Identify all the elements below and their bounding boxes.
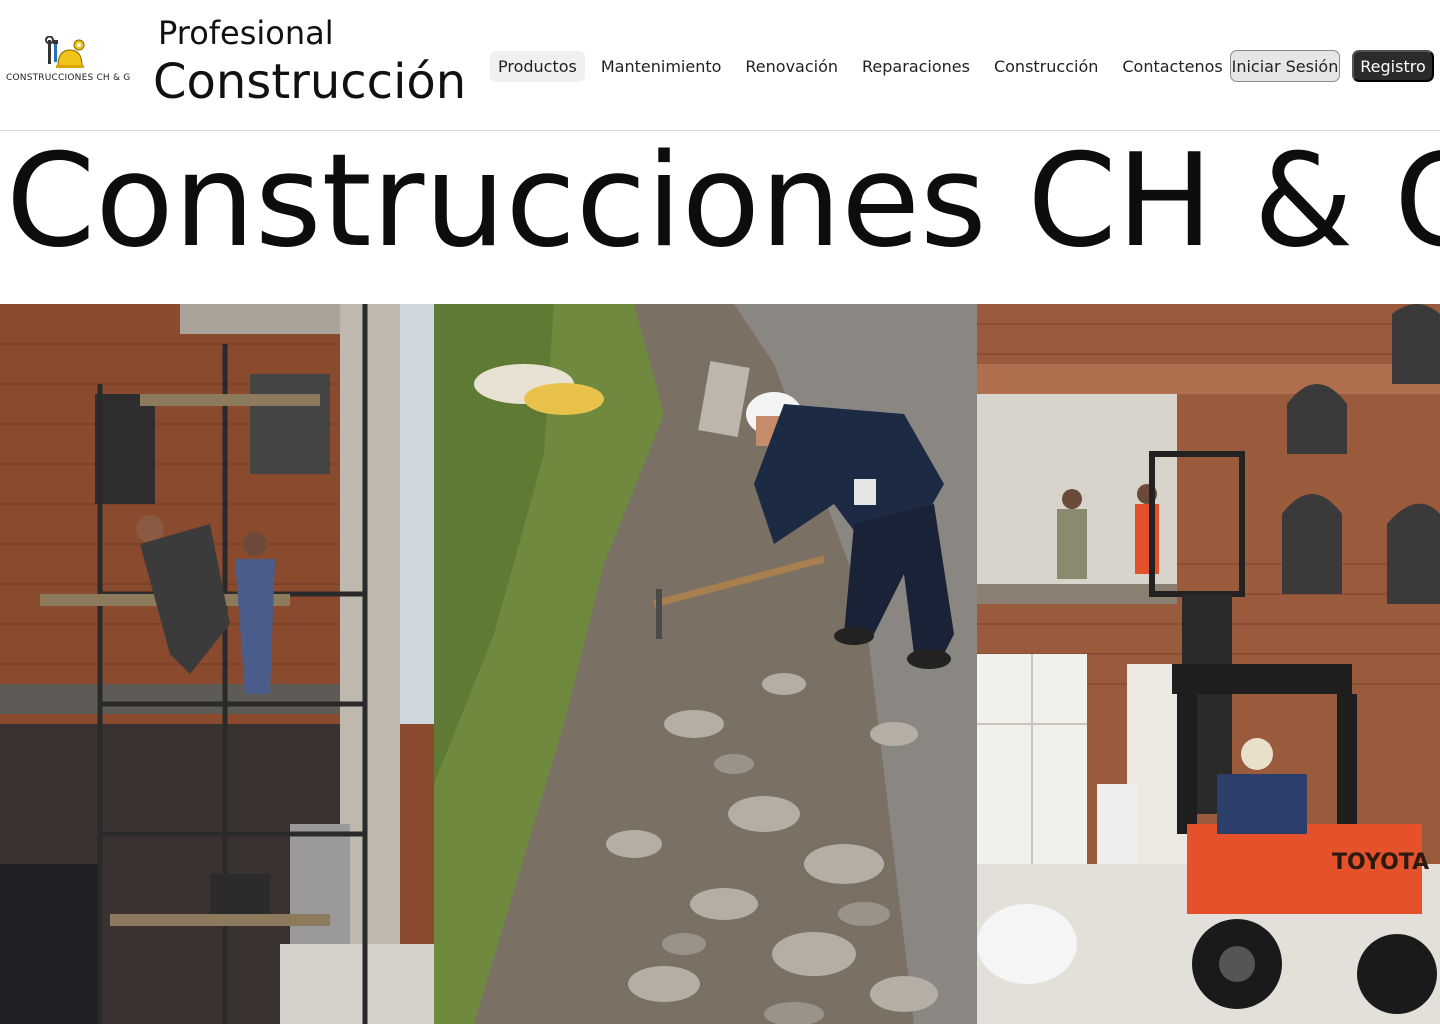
login-button[interactable]: Iniciar Sesión [1230, 50, 1340, 82]
svg-text:TOYOTA: TOYOTA [1332, 850, 1429, 875]
site-header: CONSTRUCCIONES CH & G Profesional Constr… [0, 0, 1440, 131]
nav-item-renovacion[interactable]: Renovación [737, 51, 846, 82]
main-nav: Productos Mantenimiento Renovación Repar… [490, 50, 1239, 82]
brand-tagline: Profesional [158, 14, 334, 52]
nav-item-reparaciones[interactable]: Reparaciones [854, 51, 978, 82]
nav-item-productos[interactable]: Productos [490, 50, 585, 82]
photo-scaffolding [0, 304, 434, 1024]
company-logo[interactable]: CONSTRUCCIONES CH & G [6, 35, 131, 88]
nav-item-contactenos[interactable]: Contactenos [1114, 51, 1230, 82]
scaffolding-image [0, 304, 434, 1024]
photo-pickaxe-worker [434, 304, 977, 1024]
register-button[interactable]: Registro [1352, 50, 1434, 82]
hero-title: Construcciones CH & G [6, 127, 1440, 276]
photo-forklift: TOYOTA [977, 304, 1440, 1024]
logo-text: CONSTRUCCIONES CH & G [6, 73, 131, 83]
nav-item-mantenimiento[interactable]: Mantenimiento [593, 51, 730, 82]
pickaxe-worker-image [434, 304, 977, 1024]
tools-helmet-icon [45, 35, 85, 68]
forklift-image: TOYOTA [977, 304, 1440, 1024]
photo-gallery: TOYOTA [0, 304, 1440, 1024]
nav-item-construccion[interactable]: Construcción [986, 51, 1106, 82]
brand-name: Construcción [153, 54, 467, 110]
